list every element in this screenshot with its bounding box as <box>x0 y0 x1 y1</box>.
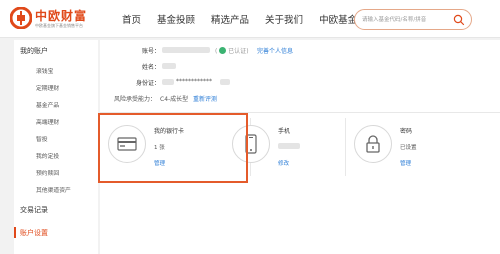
name-label: 姓名： <box>141 64 160 71</box>
sidebar-item-other-channels[interactable]: 其他渠道资产 <box>36 185 71 194</box>
sidebar-item-gunqianbao[interactable]: 滚钱宝 <box>36 66 53 75</box>
verified-text: 已认证 <box>228 48 247 55</box>
phone-number-masked <box>278 143 300 149</box>
lock-icon-circle <box>354 125 392 163</box>
account-number-masked <box>162 47 210 53</box>
password-status: 已设置 <box>400 145 417 151</box>
password-manage-link[interactable]: 管理 <box>400 159 411 167</box>
name-masked <box>162 63 176 69</box>
sidebar-item-auto-invest[interactable]: 我的定投 <box>36 151 59 160</box>
nav-home[interactable]: 首页 <box>122 12 141 26</box>
sidebar-title-settings[interactable]: 账户设置 <box>20 228 48 238</box>
nav-featured-products[interactable]: 精选产品 <box>211 12 249 26</box>
main-nav: 首页 基金投顾 精选产品 关于我们 中欧基金 <box>122 0 373 38</box>
account-label: 账号： <box>141 48 160 55</box>
nav-about-us[interactable]: 关于我们 <box>265 12 303 26</box>
reassess-link[interactable]: 重新评测 <box>193 94 217 103</box>
lock-icon <box>366 135 380 153</box>
risk-value: C4-成长型 <box>160 96 189 103</box>
sidebar-item-scheduled-redeem[interactable]: 预约赎回 <box>36 168 59 177</box>
sidebar-item-smart-invest[interactable]: 智投 <box>36 134 48 143</box>
id-label: 身份证： <box>135 80 160 87</box>
id-number-masked: ************ <box>176 78 212 85</box>
active-indicator <box>14 227 16 238</box>
top-header: 中欧财富 中欧基金旗下基金销售平台 首页 基金投顾 精选产品 关于我们 中欧基金… <box>0 0 500 38</box>
sidebar-title-my-account[interactable]: 我的账户 <box>20 46 48 56</box>
password-title: 密码 <box>400 128 413 135</box>
search-icon[interactable] <box>453 14 465 26</box>
logo-icon <box>10 7 32 29</box>
search-placeholder: 请输入基金代码/名称/拼音 <box>362 17 427 23</box>
sidebar-title-records[interactable]: 交易记录 <box>20 205 48 215</box>
highlight-box <box>98 113 248 183</box>
brand-logo[interactable]: 中欧财富 中欧基金旗下基金销售平台 <box>10 6 100 32</box>
check-icon <box>219 47 227 54</box>
sidebar-item-fixed-term[interactable]: 定期理财 <box>36 83 59 92</box>
id-prefix-masked <box>162 79 174 85</box>
verified-status: ( 已认证) <box>215 47 249 55</box>
search-input[interactable]: 请输入基金代码/名称/拼音 <box>354 9 472 30</box>
sidebar-item-high-end[interactable]: 高端理财 <box>36 117 59 126</box>
sidebar-item-fund-products[interactable]: 基金产品 <box>36 100 59 109</box>
password-panel[interactable]: 密码 已设置 管理 <box>346 114 496 180</box>
id-suffix-masked <box>220 79 230 85</box>
phone-modify-link[interactable]: 修改 <box>278 159 289 167</box>
phone-title: 手机 <box>278 128 291 135</box>
brand-subtitle: 中欧基金旗下基金销售平台 <box>35 23 83 28</box>
nav-zhongou-fund[interactable]: 中欧基金 <box>319 12 357 26</box>
account-sidebar: 我的账户 滚钱宝 定期理财 基金产品 高端理财 智投 我的定投 预约赎回 其他渠… <box>14 40 98 254</box>
account-settings-panel: 账号： ( 已认证) 完善个人信息 姓名： 身份证： ************ … <box>98 40 500 254</box>
complete-info-link[interactable]: 完善个人信息 <box>257 46 293 55</box>
risk-label: 风险承受能力： <box>114 96 157 103</box>
brand-name: 中欧财富 <box>35 9 88 23</box>
nav-fund-advisory[interactable]: 基金投顾 <box>157 12 195 26</box>
